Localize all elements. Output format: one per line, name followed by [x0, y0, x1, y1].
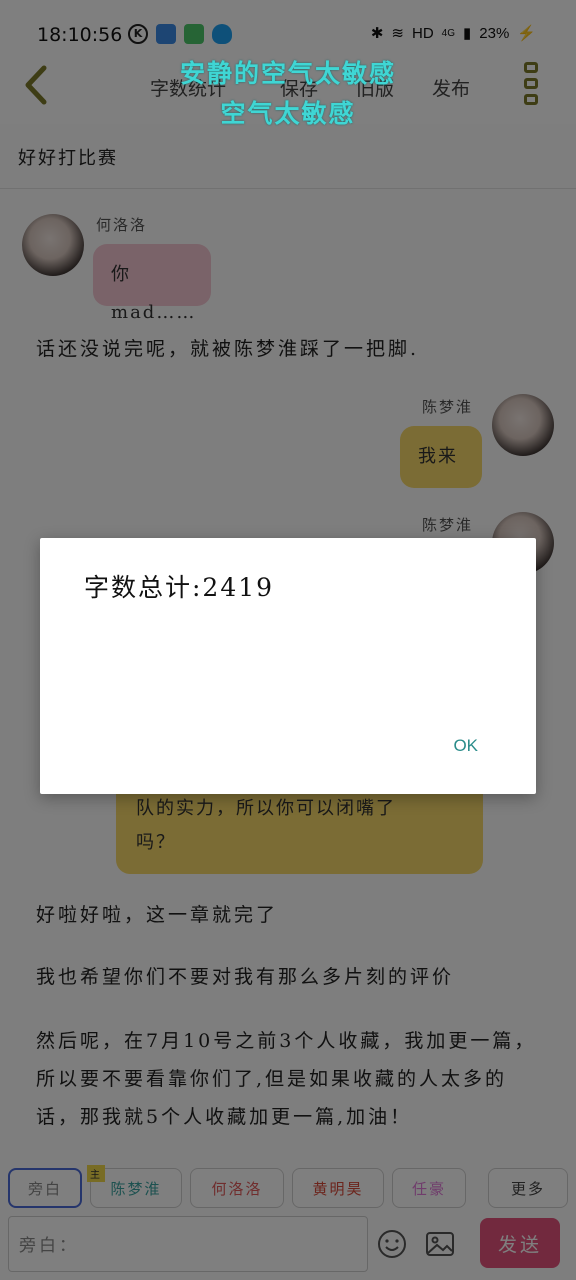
overlay-title-line2: 空气太敏感	[220, 99, 356, 128]
dialog-ok-button[interactable]: OK	[453, 736, 478, 756]
word-count-dialog: 字数总计:2419 OK	[40, 538, 536, 794]
dialog-message: 字数总计:2419	[84, 573, 275, 602]
overlay-title-line1: 安静的空气太敏感	[179, 59, 396, 88]
